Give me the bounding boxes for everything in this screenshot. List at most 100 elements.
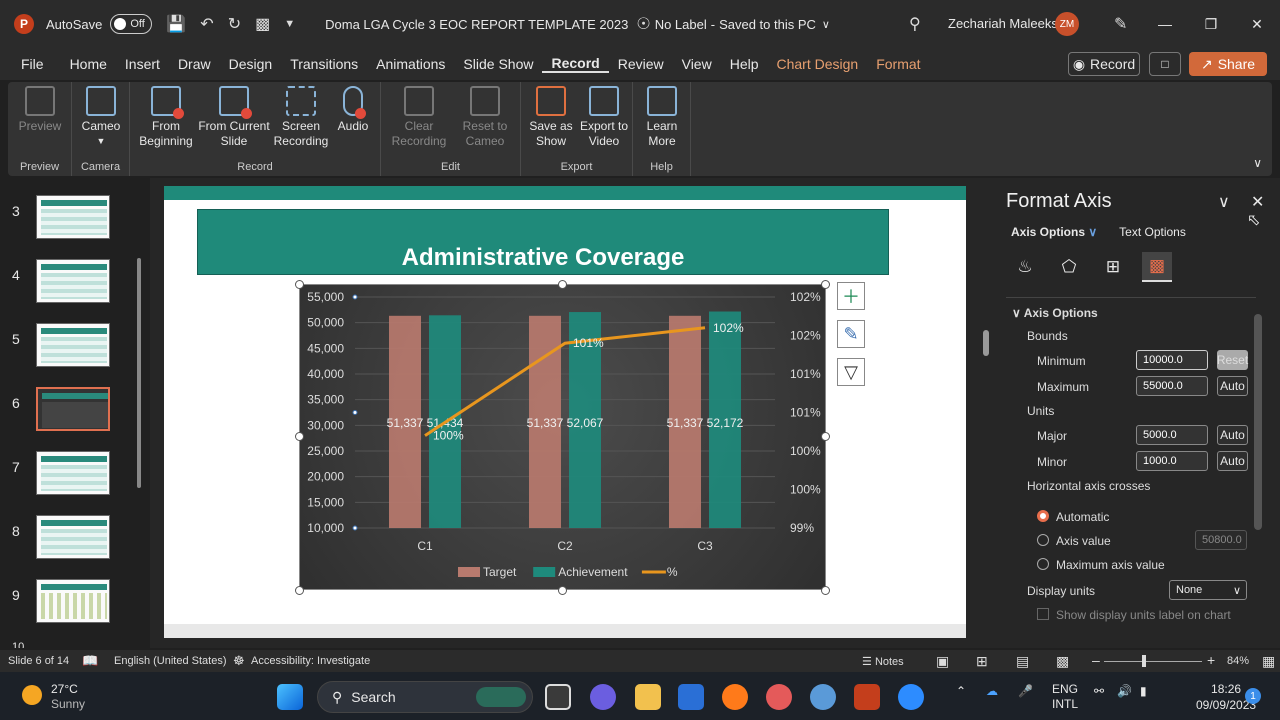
y2-tick-label[interactable]: 102% [790,329,821,343]
accessibility-icon[interactable]: ☸ [233,653,245,669]
clear-recording-button[interactable]: Clear Recording [387,86,451,149]
tab-text-options[interactable]: Text Options [1119,225,1186,239]
slide-thumbnail[interactable] [36,451,110,495]
y2-tick-label[interactable]: 100% [790,444,821,458]
resize-handle[interactable] [821,432,830,441]
tab-transitions[interactable]: Transitions [281,56,367,72]
fill-line-icon[interactable]: ♨ [1010,252,1040,282]
data-label[interactable]: 52,067 [567,416,604,430]
axis-value-input[interactable]: 50800.0 [1195,530,1247,550]
export-to-video-button[interactable]: Export to Video [577,86,631,149]
chart-svg[interactable]: 55,000 50,000 45,000 40,000 35,000 30,000 25,0… [300,285,827,591]
chevron-up-icon[interactable]: ⌃ [956,684,966,698]
volume-icon[interactable]: 🔊 [1117,684,1132,698]
search-icon[interactable]: ⚲ [909,14,921,34]
radio-automatic[interactable] [1037,510,1049,522]
minor-input[interactable]: 1000.0 [1136,451,1208,471]
weather-widget[interactable]: 27°C Sunny [51,682,85,712]
start-icon[interactable] [277,684,303,710]
minor-auto-button[interactable]: Auto [1217,451,1248,471]
line-data-label[interactable]: 100% [433,429,464,443]
canvas-scrollbar[interactable] [980,188,992,628]
maximum-input[interactable]: 55000.0 [1136,376,1208,396]
slide-thumbnail[interactable] [36,195,110,239]
restore-icon[interactable]: ❐ [1188,0,1234,48]
data-label[interactable]: 51,337 [667,416,704,430]
line-series[interactable] [424,326,706,437]
save-icon[interactable]: 💾 [166,14,186,34]
slide-sorter-icon[interactable]: ⊞ [976,653,988,670]
tab-design[interactable]: Design [220,56,282,72]
x-tick-label[interactable]: C2 [557,539,573,553]
x-tick-label[interactable]: C1 [417,539,433,553]
zoom-slider-track[interactable] [1104,661,1202,662]
slide-thumbnail[interactable] [36,387,110,431]
axis-selection-handle[interactable] [352,525,358,531]
section-axis-options[interactable]: ∨ Axis Options [1012,306,1098,320]
screen-recording-button[interactable]: Screen Recording [272,86,330,149]
radio-maximum-axis-value[interactable] [1037,558,1049,570]
tab-insert[interactable]: Insert [116,56,169,72]
slide-thumbnail[interactable] [36,579,110,623]
onedrive-icon[interactable]: ☁ [986,684,998,698]
y-tick-label[interactable]: 20,000 [307,470,344,484]
y2-tick-label[interactable]: 100% [790,483,821,497]
store-icon[interactable] [678,684,704,710]
legend-label[interactable]: Achievement [558,565,628,579]
maximum-axis-value-label[interactable]: Maximum axis value [1056,558,1165,572]
language[interactable]: English (United States) [114,655,227,667]
thumbnail-item[interactable]: 9 [0,579,140,629]
y2-tick-label[interactable]: 101% [790,367,821,381]
chart-styles-button[interactable]: ✎ [837,320,865,348]
cameo-button[interactable]: Cameo ▼ [78,86,124,149]
microphone-icon[interactable]: 🎤 [1018,684,1033,698]
close-icon[interactable]: ✕ [1234,0,1280,48]
y-tick-label[interactable]: 35,000 [307,393,344,407]
undo-icon[interactable]: ↶ [200,14,213,34]
line-data-label[interactable]: 101% [573,336,604,350]
y-tick-label[interactable]: 40,000 [307,367,344,381]
y-tick-label[interactable]: 30,000 [307,418,344,432]
app-icon[interactable] [766,684,792,710]
slide-thumbnail[interactable] [36,259,110,303]
scroll-thumb[interactable] [137,258,141,488]
chart[interactable]: 55,000 50,000 45,000 40,000 35,000 30,000 25,0… [299,284,826,590]
preview-button[interactable]: Preview [18,86,62,134]
minimize-icon[interactable]: — [1142,0,1188,48]
y2-tick-label[interactable]: 102% [790,290,821,304]
line-data-label[interactable]: 102% [713,321,744,335]
legend-swatch[interactable] [458,567,480,577]
sunny-weather-icon[interactable] [22,685,42,705]
collapse-ribbon-icon[interactable]: ∨ [1253,156,1262,170]
chevron-down-icon[interactable]: ∨ [822,18,830,31]
reset-to-cameo-button[interactable]: Reset to Cameo [453,86,517,149]
y-tick-label[interactable]: 25,000 [307,444,344,458]
thumbnail-item-selected[interactable]: 6 [0,387,140,437]
task-view-icon[interactable] [545,684,571,710]
customize-qat-icon[interactable]: ▼ [284,18,295,30]
show-units-checkbox[interactable] [1037,608,1049,620]
size-properties-icon[interactable]: ⊞ [1098,252,1128,282]
resize-handle[interactable] [558,280,567,289]
spelling-icon[interactable]: 📖 [82,653,98,669]
notes-button[interactable]: ☰ Notes [862,655,904,668]
display-units-select[interactable]: None ∨ [1169,580,1247,600]
tab-file[interactable]: File [12,56,53,72]
taskbar-search[interactable]: ⚲ Search [317,681,533,713]
y-tick-label[interactable]: 50,000 [307,316,344,330]
resize-handle[interactable] [295,280,304,289]
zoom-app-icon[interactable] [898,684,924,710]
maximum-auto-button[interactable]: Auto [1217,376,1248,396]
reading-view-icon[interactable]: ▤ [1016,653,1029,670]
legend-label[interactable]: Target [483,565,517,579]
radio-axis-value[interactable] [1037,534,1049,546]
chart-filters-button[interactable]: ▽ [837,358,865,386]
major-auto-button[interactable]: Auto [1217,425,1248,445]
avatar[interactable]: ZM [1055,12,1079,36]
normal-view-icon[interactable]: ▣ [936,653,949,670]
minimum-reset-button[interactable]: Reset [1217,350,1248,370]
axis-options-bar-icon[interactable]: ▩ [1142,252,1172,282]
y-tick-label[interactable]: 55,000 [307,290,344,304]
effects-pentagon-icon[interactable]: ⬠ [1054,252,1084,282]
minimum-input[interactable]: 10000.0 [1136,350,1208,370]
